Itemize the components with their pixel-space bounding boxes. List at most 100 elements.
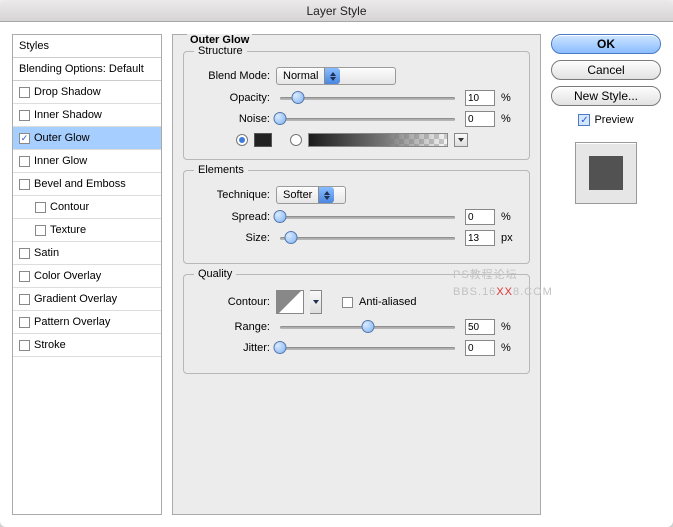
style-label: Satin — [34, 247, 59, 259]
checkbox-icon[interactable] — [19, 271, 30, 282]
checkbox-icon[interactable] — [19, 133, 30, 144]
blend-mode-value: Normal — [277, 70, 324, 82]
opacity-slider[interactable] — [280, 97, 455, 100]
technique-label: Technique: — [196, 189, 270, 201]
spread-unit: % — [501, 211, 517, 223]
style-label: Bevel and Emboss — [34, 178, 126, 190]
style-inner-glow[interactable]: Inner Glow — [13, 150, 161, 173]
contour-dropdown[interactable] — [310, 290, 322, 314]
preview-checkbox-row[interactable]: Preview — [551, 114, 661, 126]
size-slider[interactable] — [280, 237, 455, 240]
range-slider[interactable] — [280, 326, 455, 329]
blend-mode-label: Blend Mode: — [196, 70, 270, 82]
preview-thumbnail — [575, 142, 637, 204]
ok-button[interactable]: OK — [551, 34, 661, 54]
preview-label: Preview — [594, 114, 633, 126]
spread-slider[interactable] — [280, 216, 455, 219]
elements-legend: Elements — [194, 164, 248, 176]
checkbox-icon[interactable] — [35, 202, 46, 213]
layer-style-dialog: Layer Style Styles Blending Options: Def… — [0, 0, 673, 527]
cancel-button[interactable]: Cancel — [551, 60, 661, 80]
noise-label: Noise: — [196, 113, 270, 125]
spread-input[interactable] — [465, 209, 495, 225]
checkbox-icon[interactable] — [19, 110, 30, 121]
style-texture[interactable]: Texture — [13, 219, 161, 242]
new-style-button[interactable]: New Style... — [551, 86, 661, 106]
style-bevel-emboss[interactable]: Bevel and Emboss — [13, 173, 161, 196]
style-gradient-overlay[interactable]: Gradient Overlay — [13, 288, 161, 311]
structure-group: Structure Blend Mode: Normal Opacity: % … — [183, 51, 530, 160]
style-label: Texture — [50, 224, 86, 236]
style-pattern-overlay[interactable]: Pattern Overlay — [13, 311, 161, 334]
preview-swatch-icon — [589, 156, 623, 190]
styles-header[interactable]: Styles — [13, 35, 161, 58]
color-radio[interactable] — [236, 134, 248, 146]
quality-legend: Quality — [194, 268, 236, 280]
size-unit: px — [501, 232, 517, 244]
slider-thumb-icon[interactable] — [361, 320, 374, 333]
slider-thumb-icon[interactable] — [274, 210, 287, 223]
noise-slider[interactable] — [280, 118, 455, 121]
style-label: Gradient Overlay — [34, 293, 117, 305]
jitter-slider[interactable] — [280, 347, 455, 350]
styles-list: Styles Blending Options: Default Drop Sh… — [12, 34, 162, 515]
contour-picker[interactable] — [276, 290, 304, 314]
jitter-label: Jitter: — [196, 342, 270, 354]
slider-thumb-icon[interactable] — [274, 341, 287, 354]
checkbox-icon[interactable] — [19, 317, 30, 328]
quality-group: Quality Contour: Anti-aliased Range: % — [183, 274, 530, 374]
dropdown-arrows-icon — [318, 187, 334, 203]
size-label: Size: — [196, 232, 270, 244]
style-label: Color Overlay — [34, 270, 101, 282]
gradient-dropdown[interactable] — [454, 133, 468, 147]
technique-value: Softer — [277, 189, 318, 201]
style-inner-shadow[interactable]: Inner Shadow — [13, 104, 161, 127]
slider-thumb-icon[interactable] — [274, 112, 287, 125]
gradient-radio[interactable] — [290, 134, 302, 146]
opacity-unit: % — [501, 92, 517, 104]
style-stroke[interactable]: Stroke — [13, 334, 161, 357]
checkbox-icon[interactable] — [19, 294, 30, 305]
style-label: Outer Glow — [34, 132, 90, 144]
opacity-input[interactable] — [465, 90, 495, 106]
checkbox-icon[interactable] — [19, 156, 30, 167]
opacity-label: Opacity: — [196, 92, 270, 104]
glow-gradient-swatch[interactable] — [308, 133, 448, 147]
jitter-unit: % — [501, 342, 517, 354]
checkbox-icon[interactable] — [19, 340, 30, 351]
structure-legend: Structure — [194, 45, 247, 57]
dialog-content: Styles Blending Options: Default Drop Sh… — [0, 22, 673, 527]
outer-glow-panel: Outer Glow Structure Blend Mode: Normal … — [172, 34, 541, 515]
range-label: Range: — [196, 321, 270, 333]
anti-aliased-checkbox[interactable] — [342, 297, 353, 308]
elements-group: Elements Technique: Softer Spread: % Siz… — [183, 170, 530, 264]
size-input[interactable] — [465, 230, 495, 246]
style-label: Inner Shadow — [34, 109, 102, 121]
style-outer-glow[interactable]: Outer Glow — [13, 127, 161, 150]
technique-select[interactable]: Softer — [276, 186, 346, 204]
anti-aliased-label: Anti-aliased — [359, 296, 416, 308]
style-satin[interactable]: Satin — [13, 242, 161, 265]
jitter-input[interactable] — [465, 340, 495, 356]
glow-color-swatch[interactable] — [254, 133, 272, 147]
style-contour[interactable]: Contour — [13, 196, 161, 219]
preview-checkbox[interactable] — [578, 114, 590, 126]
checkbox-icon[interactable] — [19, 87, 30, 98]
dialog-buttons: OK Cancel New Style... Preview — [551, 34, 661, 515]
noise-input[interactable] — [465, 111, 495, 127]
style-color-overlay[interactable]: Color Overlay — [13, 265, 161, 288]
blend-mode-select[interactable]: Normal — [276, 67, 396, 85]
noise-unit: % — [501, 113, 517, 125]
range-input[interactable] — [465, 319, 495, 335]
range-unit: % — [501, 321, 517, 333]
dropdown-arrows-icon — [324, 68, 340, 84]
blending-options-row[interactable]: Blending Options: Default — [13, 58, 161, 81]
checkbox-icon[interactable] — [35, 225, 46, 236]
checkbox-icon[interactable] — [19, 248, 30, 259]
slider-thumb-icon[interactable] — [291, 91, 304, 104]
style-label: Stroke — [34, 339, 66, 351]
style-drop-shadow[interactable]: Drop Shadow — [13, 81, 161, 104]
checkbox-icon[interactable] — [19, 179, 30, 190]
spread-label: Spread: — [196, 211, 270, 223]
slider-thumb-icon[interactable] — [284, 231, 297, 244]
